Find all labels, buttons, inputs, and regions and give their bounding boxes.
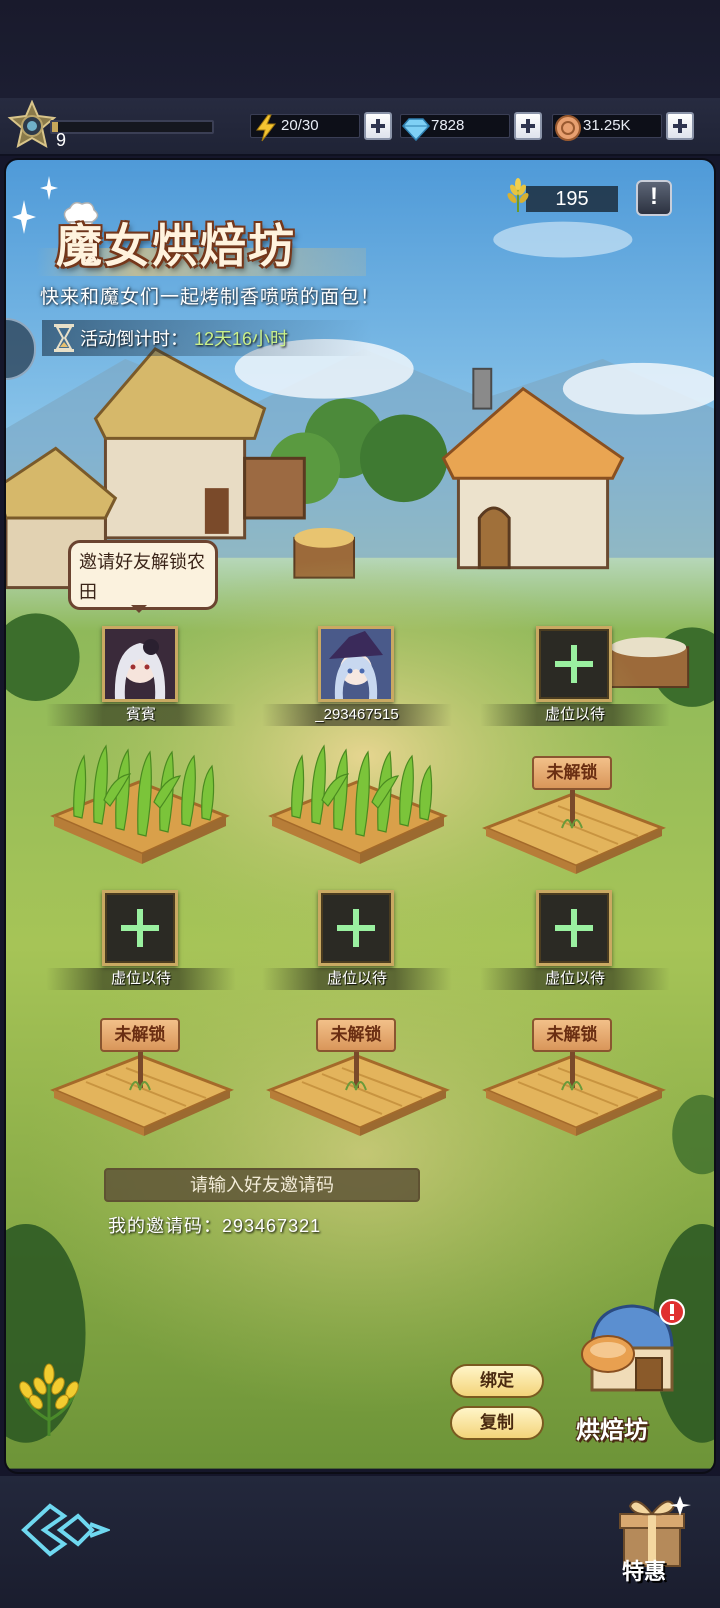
wheat-icon (507, 178, 529, 212)
info-button[interactable]: ! (636, 180, 672, 216)
energy-resource: 20/30 (250, 112, 392, 142)
locked-sign: 未解锁 (316, 1018, 396, 1052)
golden-wheat-icon (19, 1363, 79, 1436)
countdown-label: 活动倒计时： (80, 329, 188, 349)
empty-friend-slot[interactable]: 虚位以待 (46, 890, 236, 990)
locked-sign: 未解锁 (100, 1018, 180, 1052)
promo-label[interactable]: 特惠 (622, 1554, 666, 1586)
add-friend-frame[interactable] (318, 890, 394, 966)
sparkle-small-icon (40, 176, 58, 200)
empty-friend-slot[interactable]: 虚位以待 (262, 890, 452, 990)
diamond-icon (401, 118, 431, 142)
locked-field[interactable]: 未解锁 (478, 1018, 668, 1138)
farm-scene: 魔女烘焙坊 快来和魔女们一起烤制香喷喷的面包！ 活动倒计时： 12天16小时 1… (4, 158, 716, 1474)
locked-sign: 未解锁 (532, 1018, 612, 1052)
plus-icon (555, 645, 593, 683)
event-title-block: 魔女烘焙坊 (36, 200, 366, 280)
friend-slot[interactable]: 賓賓 (46, 626, 236, 726)
diamond-value: 7828 (431, 117, 465, 134)
status-area (0, 0, 720, 98)
empty-field-plot (482, 786, 666, 874)
sparkle-icon (12, 200, 36, 234)
bakery-shop-icon[interactable] (572, 1298, 692, 1398)
friend-name: 賓賓 (46, 704, 236, 726)
planted-field[interactable] (44, 736, 234, 876)
invite-code-input[interactable]: 请输入好友邀请码 (104, 1168, 420, 1202)
empty-friend-slot[interactable]: 虚位以待 (480, 890, 670, 990)
coin-resource: 31.25K (552, 112, 694, 141)
empty-field-plot (50, 1048, 234, 1136)
empty-friend-slot[interactable]: 虚位以待 (480, 626, 670, 726)
bakery-button-label[interactable]: 烘焙坊 (576, 1410, 648, 1445)
diamond-resource: 7828 (400, 112, 542, 142)
add-diamond-button[interactable] (514, 112, 542, 140)
locked-field[interactable]: 未解锁 (262, 1018, 452, 1138)
friend-avatar-frame[interactable] (318, 626, 394, 702)
energy-value: 20/30 (281, 117, 319, 134)
event-title: 魔女烘焙坊 (56, 219, 296, 273)
plus-icon (121, 909, 159, 947)
slot-waiting-label: 虚位以待 (262, 968, 452, 990)
locked-sign: 未解锁 (532, 756, 612, 790)
my-invite-code: 我的邀请码：293467321 (108, 1212, 321, 1238)
planted-field[interactable] (262, 736, 452, 876)
coin-value: 31.25K (583, 117, 631, 134)
add-friend-frame[interactable] (102, 890, 178, 966)
slot-waiting-label: 虚位以待 (46, 968, 236, 990)
my-invite-code-label: 我的邀请码： (108, 1216, 222, 1236)
back-logo-icon[interactable] (20, 1500, 110, 1560)
locked-field[interactable]: 未解锁 (478, 756, 668, 876)
friend-avatar-frame[interactable] (102, 626, 178, 702)
add-friend-frame[interactable] (536, 890, 612, 966)
lightning-icon (256, 114, 277, 142)
hourglass-icon (54, 324, 74, 352)
avatar (321, 629, 391, 699)
plus-icon (337, 909, 375, 947)
level-number: 9 (56, 130, 67, 150)
friend-name: _293467515 (262, 704, 452, 726)
event-countdown: 活动倒计时： 12天16小时 (42, 320, 372, 356)
friend-slot[interactable]: _293467515 (262, 626, 452, 726)
countdown-value: 12天16小时 (194, 329, 289, 349)
slot-waiting-label: 虚位以待 (480, 968, 670, 990)
invite-hint-bubble: 邀请好友解锁农田 (68, 540, 218, 613)
bottom-nav: 特惠 (0, 1476, 720, 1608)
add-coin-button[interactable] (666, 112, 694, 140)
my-invite-code-value: 293467321 (222, 1216, 322, 1236)
locked-field[interactable]: 未解锁 (46, 1018, 236, 1138)
wheat-count: 195 (526, 186, 618, 212)
event-subtitle: 快来和魔女们一起烤制香喷喷的面包！ (40, 287, 381, 308)
copy-button[interactable]: 复制 (450, 1406, 544, 1440)
slot-waiting-label: 虚位以待 (480, 704, 670, 726)
add-energy-button[interactable] (364, 112, 392, 140)
add-friend-frame[interactable] (536, 626, 612, 702)
bind-button[interactable]: 绑定 (450, 1364, 544, 1398)
empty-field-plot (482, 1048, 666, 1136)
avatar (105, 629, 175, 699)
coin-icon (555, 115, 581, 141)
xp-bar (50, 120, 214, 134)
plus-icon (555, 909, 593, 947)
empty-field-plot (266, 1048, 450, 1136)
